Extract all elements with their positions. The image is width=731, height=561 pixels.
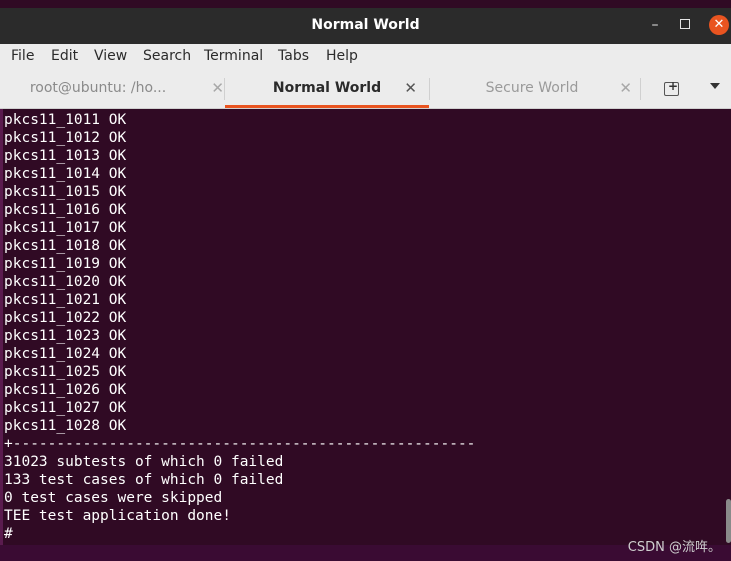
- tab-close-icon[interactable]: ✕: [404, 79, 417, 97]
- terminal-line: pkcs11_1022 OK: [4, 310, 127, 326]
- terminal-line: pkcs11_1025 OK: [4, 364, 127, 380]
- chevron-down-icon[interactable]: [710, 83, 720, 89]
- terminal-line: #: [4, 526, 13, 542]
- menu-edit[interactable]: Edit: [51, 48, 78, 64]
- terminal-line: 31023 subtests of which 0 failed: [4, 454, 284, 470]
- terminal-line: TEE test application done!: [4, 508, 231, 524]
- tab-label: Normal World: [272, 80, 382, 96]
- terminal-line: pkcs11_1023 OK: [4, 328, 127, 344]
- terminal-edge: [0, 109, 3, 545]
- maximize-button[interactable]: [675, 15, 695, 35]
- minimize-icon: –: [651, 17, 659, 33]
- menu-view[interactable]: View: [94, 48, 127, 64]
- terminal-line: pkcs11_1021 OK: [4, 292, 127, 308]
- menu-bar: File Edit View Search Terminal Tabs Help: [0, 44, 731, 71]
- tab-bar: root@ubuntu: /ho... ✕ Normal World ✕ Sec…: [0, 70, 731, 109]
- terminal-line: pkcs11_1024 OK: [4, 346, 127, 362]
- window-title: Normal World: [311, 17, 420, 33]
- menu-help[interactable]: Help: [326, 48, 358, 64]
- scrollbar[interactable]: [726, 499, 731, 543]
- tab-secure-world[interactable]: Secure World ✕: [430, 70, 634, 108]
- terminal-line: pkcs11_1028 OK: [4, 418, 127, 434]
- menu-search[interactable]: Search: [143, 48, 191, 64]
- tab-root-ubuntu[interactable]: root@ubuntu: /ho... ✕: [22, 70, 226, 108]
- terminal-line: 0 test cases were skipped: [4, 490, 223, 506]
- terminal-window: Normal World – ✕ File Edit View Search T…: [0, 0, 731, 545]
- minimize-button[interactable]: –: [645, 15, 665, 35]
- tab-close-icon[interactable]: ✕: [211, 79, 224, 97]
- close-button[interactable]: ✕: [709, 15, 729, 35]
- tab-close-icon[interactable]: ✕: [619, 79, 632, 97]
- new-tab-button[interactable]: +: [664, 79, 679, 96]
- terminal-line: pkcs11_1020 OK: [4, 274, 127, 290]
- terminal-line: pkcs11_1012 OK: [4, 130, 127, 146]
- tab-label: Secure World: [485, 80, 579, 96]
- menu-file[interactable]: File: [11, 48, 34, 64]
- tab-label: root@ubuntu: /ho...: [29, 80, 167, 96]
- terminal-line: pkcs11_1019 OK: [4, 256, 127, 272]
- terminal-lines: pkcs11_1011 OK pkcs11_1012 OK pkcs11_1013 …: [4, 111, 475, 543]
- terminal-line: +---------------------------------------…: [4, 436, 476, 452]
- terminal-line: pkcs11_1018 OK: [4, 238, 127, 254]
- terminal-line: pkcs11_1026 OK: [4, 382, 127, 398]
- terminal-line: pkcs11_1011 OK: [4, 112, 127, 128]
- plus-icon: +: [668, 79, 679, 93]
- tab-normal-world[interactable]: Normal World ✕: [225, 70, 429, 108]
- title-bar[interactable]: Normal World – ✕: [0, 8, 731, 44]
- terminal-output[interactable]: pkcs11_1011 OK pkcs11_1012 OK pkcs11_1013 …: [0, 109, 731, 545]
- watermark: CSDN @流哖。: [627, 540, 721, 555]
- menu-tabs[interactable]: Tabs: [278, 48, 309, 64]
- terminal-line: pkcs11_1017 OK: [4, 220, 127, 236]
- maximize-icon: [680, 19, 690, 29]
- tab-divider: [640, 78, 641, 100]
- terminal-line: pkcs11_1013 OK: [4, 148, 127, 164]
- terminal-line: pkcs11_1016 OK: [4, 202, 127, 218]
- menu-terminal[interactable]: Terminal: [204, 48, 263, 64]
- terminal-line: pkcs11_1015 OK: [4, 184, 127, 200]
- terminal-line: 133 test cases of which 0 failed: [4, 472, 284, 488]
- close-icon: ✕: [713, 17, 725, 32]
- terminal-line: pkcs11_1014 OK: [4, 166, 127, 182]
- terminal-line: pkcs11_1027 OK: [4, 400, 127, 416]
